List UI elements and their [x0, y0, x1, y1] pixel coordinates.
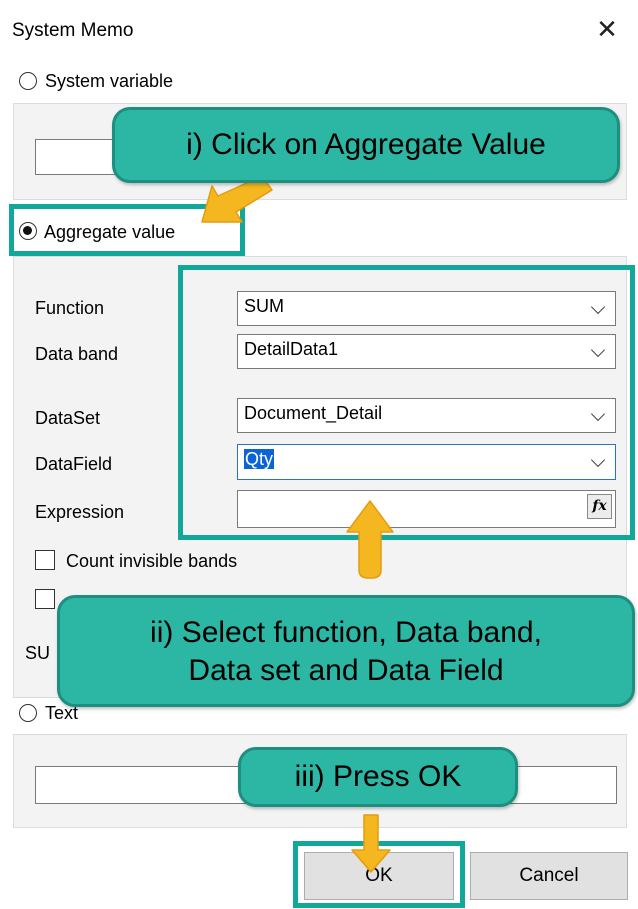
system-memo-dialog: System Memo ✕ System variable Aggregate …	[0, 0, 638, 909]
step2-line1: ii) Select function, Data band,	[150, 616, 542, 649]
step2-callout: ii) Select function, Data band, Data set…	[57, 595, 635, 707]
step2-line2: Data set and Data Field	[188, 654, 504, 687]
arrow-to-expression-icon	[346, 500, 394, 579]
step3-callout: iii) Press OK	[238, 747, 518, 807]
arrow-to-ok-icon	[351, 814, 391, 873]
step1-callout: i) Click on Aggregate Value	[112, 107, 620, 183]
